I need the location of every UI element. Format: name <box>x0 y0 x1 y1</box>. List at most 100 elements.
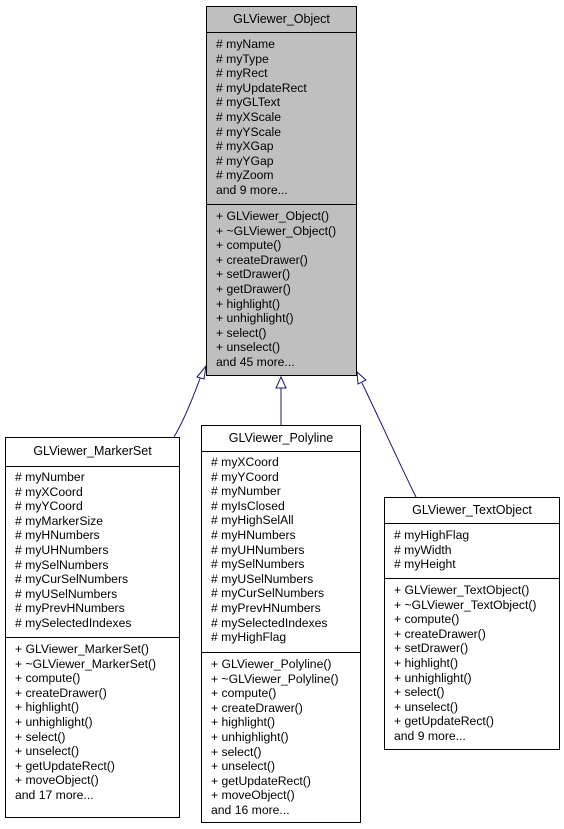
method-row: + highlight() <box>15 700 80 715</box>
attribute-row: # myXScale <box>216 109 282 124</box>
attribute-row: # myHNumbers <box>211 527 296 542</box>
more-link[interactable]: and 9 more... <box>394 729 559 744</box>
attribute-row: # mySelectedIndexes <box>211 615 328 630</box>
attribute-list: # myHighFlag # myWidth # myHeight <box>385 524 559 579</box>
method-list: + GLViewer_TextObject() + ~GLViewer_TextO… <box>385 579 559 744</box>
class-name: GLViewer_Object <box>207 7 356 33</box>
method-row: + createDrawer() <box>394 626 486 641</box>
edge-polyline-arrowhead <box>275 375 287 389</box>
more-link[interactable]: and 17 more... <box>15 788 179 803</box>
attribute-row: # myXCoord <box>15 484 83 499</box>
class-box-glviewer-textobject[interactable]: GLViewer_TextObject # myHighFlag # myWidt… <box>384 497 560 750</box>
attribute-list: # myNumber # myXCoord # myYCoord # myMarker… <box>6 467 179 638</box>
method-row: + unselect() <box>211 759 276 774</box>
class-box-glviewer-object[interactable]: GLViewer_Object # myName # myType # myRect… <box>206 6 357 376</box>
method-row: + getDrawer() <box>216 281 291 296</box>
method-row: + createDrawer() <box>15 685 107 700</box>
method-row: + setDrawer() <box>394 641 469 656</box>
method-row: + unselect() <box>216 340 281 355</box>
method-row: + setDrawer() <box>216 267 291 282</box>
method-row: + highlight() <box>216 296 281 311</box>
method-row: + unselect() <box>15 744 80 759</box>
method-row: + highlight() <box>211 715 276 730</box>
method-row: + highlight() <box>394 655 459 670</box>
attribute-row: # myHighFlag <box>211 630 287 645</box>
method-row: + unselect() <box>394 699 459 714</box>
more-link[interactable]: and 9 more... <box>216 183 356 198</box>
method-row: + compute() <box>216 238 282 253</box>
attribute-row: # myIsClosed <box>211 498 285 513</box>
attribute-row: # myYScale <box>216 124 282 139</box>
attribute-row: # myCurSelNumbers <box>211 586 325 601</box>
method-row: + unhighlight() <box>216 311 294 326</box>
method-row: + moveObject() <box>15 773 99 788</box>
method-row: + GLViewer_Polyline() <box>211 657 332 671</box>
class-name: GLViewer_Polyline <box>202 426 360 452</box>
method-row: + moveObject() <box>211 788 295 803</box>
more-link[interactable]: and 16 more... <box>211 803 360 818</box>
attribute-row: # myUpdateRect <box>216 80 307 95</box>
attribute-row: # myHNumbers <box>15 528 100 543</box>
class-name: GLViewer_TextObject <box>385 498 559 524</box>
edge-textobject-arrowhead <box>356 370 367 385</box>
attribute-row: # myGLText <box>216 95 281 110</box>
attribute-row: # mySelNumbers <box>211 557 305 572</box>
attribute-row: # myPrevHNumbers <box>15 601 125 616</box>
edge-markerset-arrowhead <box>196 364 207 380</box>
method-list: + GLViewer_Object() + ~GLViewer_Object() +… <box>207 205 356 370</box>
attribute-row: # myMarkerSize <box>15 513 104 528</box>
attribute-row: # myName <box>216 37 275 51</box>
method-row: + compute() <box>394 612 460 627</box>
attribute-row: # myHeight <box>394 557 456 572</box>
attribute-row: # mySelNumbers <box>15 557 109 572</box>
method-row: + GLViewer_TextObject() <box>394 583 530 597</box>
attribute-row: # myUHNumbers <box>211 542 305 557</box>
method-row: + ~GLViewer_MarkerSet() <box>15 656 157 671</box>
method-row: + compute() <box>211 686 277 701</box>
attribute-row: # myUSelNumbers <box>211 571 314 586</box>
method-row: + getUpdateRect() <box>15 758 115 773</box>
method-row: + compute() <box>15 671 81 686</box>
attribute-row: # myType <box>216 51 269 66</box>
edge-markerset-to-object <box>173 375 202 438</box>
attribute-row: # myXCoord <box>211 455 279 469</box>
method-row: + getUpdateRect() <box>211 773 311 788</box>
method-row: + select() <box>394 685 445 700</box>
attribute-row: # myPrevHNumbers <box>211 600 321 615</box>
method-row: + ~GLViewer_TextObject() <box>394 597 537 612</box>
attribute-row: # myYCoord <box>15 499 83 514</box>
class-name: GLViewer_MarkerSet <box>6 438 179 467</box>
attribute-list: # myName # myType # myRect # myUpdateRect # … <box>207 33 356 205</box>
method-list: + GLViewer_Polyline() + ~GLViewer_Polylin… <box>202 653 360 818</box>
more-link[interactable]: and 45 more... <box>216 355 356 370</box>
method-row: + unhighlight() <box>15 714 93 729</box>
method-row: + GLViewer_Object() <box>216 209 330 223</box>
method-row: + getUpdateRect() <box>394 714 494 729</box>
method-row: + unhighlight() <box>211 729 289 744</box>
attribute-row: # myYGap <box>216 153 274 168</box>
attribute-row: # myWidth <box>394 542 452 557</box>
method-row: + unhighlight() <box>394 670 472 685</box>
class-box-glviewer-markerset[interactable]: GLViewer_MarkerSet # myNumber # myXCoord #… <box>5 437 180 818</box>
attribute-row: # myNumber <box>211 484 281 499</box>
method-row: + ~GLViewer_Object() <box>216 223 337 238</box>
method-row: + createDrawer() <box>211 700 303 715</box>
attribute-row: # myRect <box>216 66 268 81</box>
method-row: + createDrawer() <box>216 252 308 267</box>
attribute-row: # myXGap <box>216 139 274 154</box>
attribute-row: # myCurSelNumbers <box>15 572 129 587</box>
attribute-row: # myUSelNumbers <box>15 586 118 601</box>
method-row: + select() <box>216 325 267 340</box>
method-row: + GLViewer_MarkerSet() <box>15 642 149 656</box>
attribute-row: # mySelectedIndexes <box>15 615 132 630</box>
attribute-row: # myYCoord <box>211 469 279 484</box>
edge-textobject-to-object <box>361 382 417 498</box>
method-list: + GLViewer_MarkerSet() + ~GLViewer_Marker… <box>6 638 179 803</box>
attribute-row: # myHighFlag <box>394 528 470 542</box>
attribute-row: # myNumber <box>15 470 85 484</box>
method-row: + ~GLViewer_Polyline() <box>211 671 339 686</box>
method-row: + select() <box>211 744 262 759</box>
class-box-glviewer-polyline[interactable]: GLViewer_Polyline # myXCoord # myYCoord # … <box>201 425 361 823</box>
attribute-row: # myHighSelAll <box>211 513 294 528</box>
attribute-row: # myZoom <box>216 168 274 183</box>
